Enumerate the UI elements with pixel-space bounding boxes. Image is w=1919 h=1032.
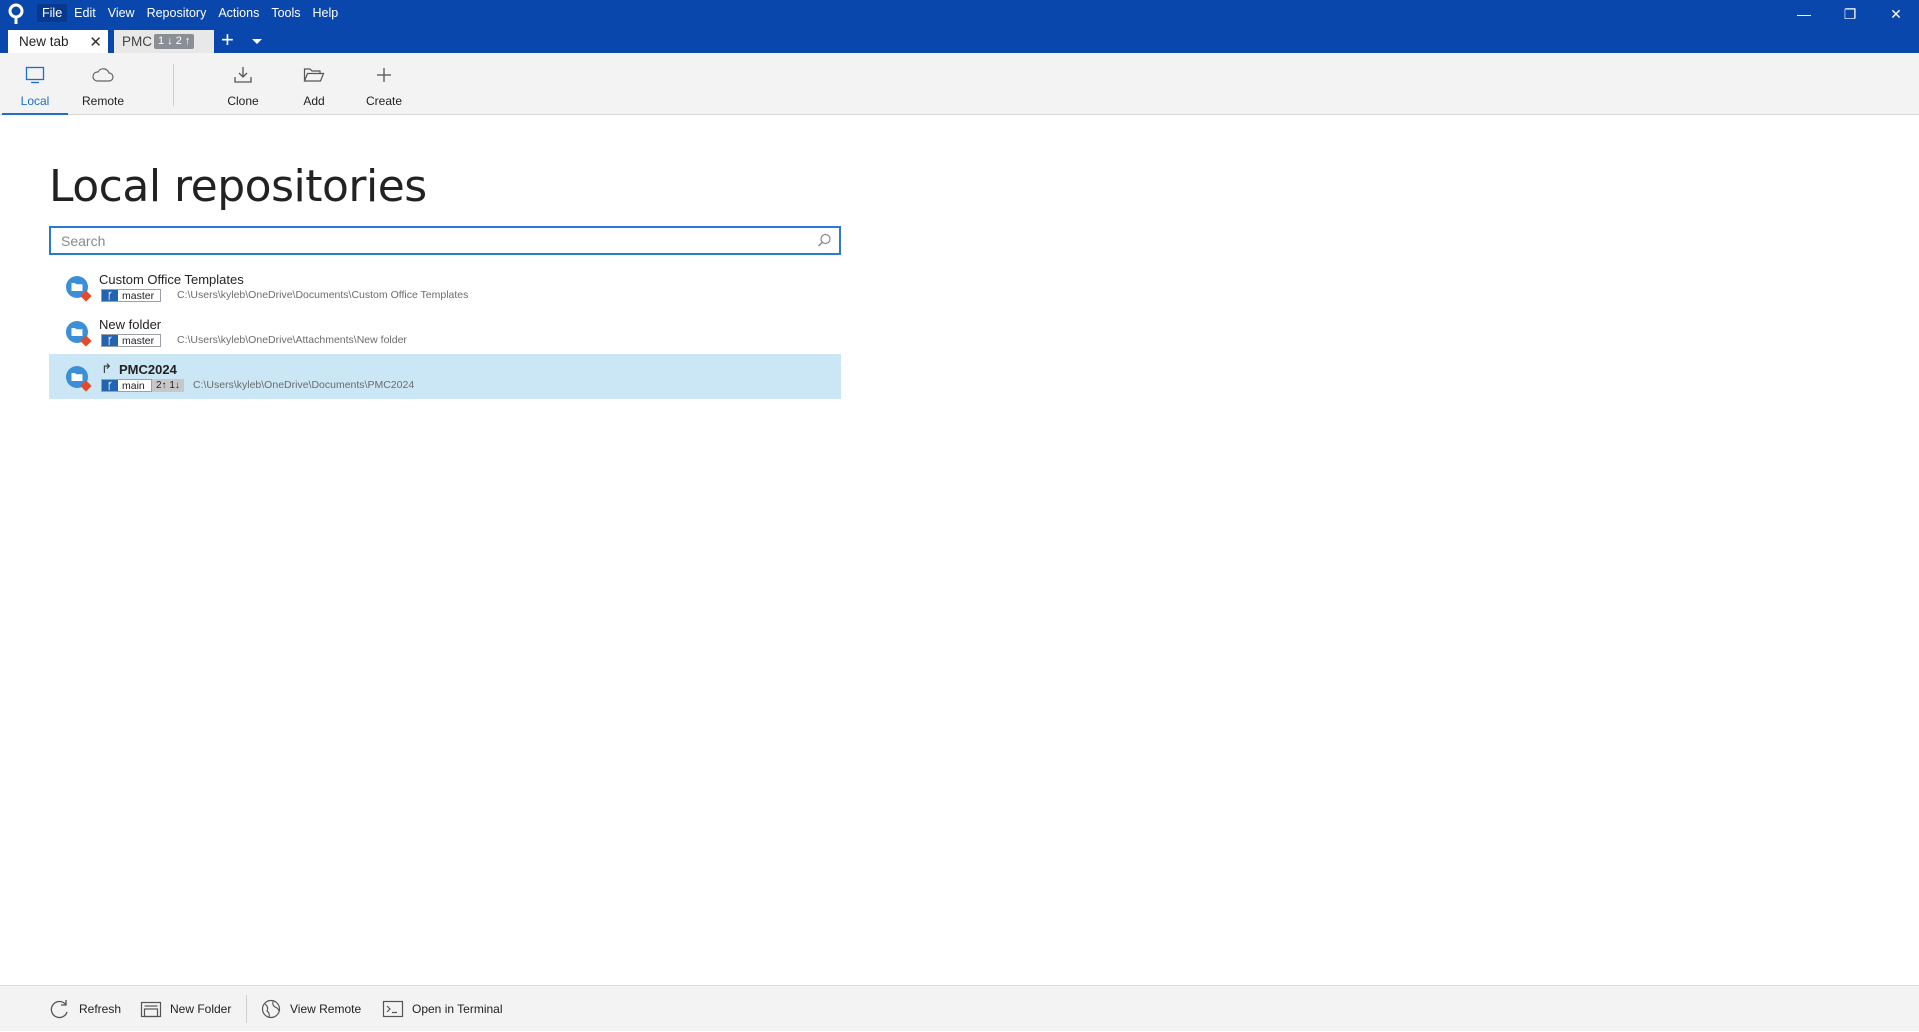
close-window-button[interactable]: ✕	[1873, 0, 1919, 28]
close-icon: ✕	[1890, 5, 1902, 22]
new-folder-label: New Folder	[170, 1002, 232, 1016]
folder-open-icon	[303, 65, 325, 85]
tab-row: New tab ✕ PMC 1 ↓ 2 ↑ +	[0, 28, 1919, 53]
local-button[interactable]: Local	[2, 53, 68, 115]
refresh-label: Refresh	[79, 1002, 122, 1016]
cloud-icon	[92, 65, 114, 85]
menu-file[interactable]: File	[37, 4, 68, 22]
repo-name: PMC2024	[119, 362, 177, 377]
search-input[interactable]	[61, 231, 801, 251]
tab-label: PMC	[122, 34, 152, 49]
repo-name: New folder	[99, 317, 162, 332]
clone-label: Clone	[227, 94, 259, 108]
tab-dropdown-icon[interactable]	[252, 39, 262, 44]
open-terminal-button[interactable]: Open in Terminal	[382, 986, 503, 1032]
globe-icon	[260, 999, 282, 1019]
repository-icon	[66, 321, 92, 347]
repository-list: Custom Office Templates ᚴ master C:\User…	[49, 264, 841, 399]
search-icon[interactable]	[817, 233, 832, 248]
add-label: Add	[303, 94, 325, 108]
plus-icon	[376, 65, 392, 85]
tab-close-icon[interactable]: ✕	[89, 33, 102, 51]
window-controls: — ❐ ✕	[1781, 0, 1919, 28]
menu-bar: File Edit View Repository Actions Tools …	[37, 4, 345, 22]
open-terminal-label: Open in Terminal	[412, 1002, 503, 1016]
new-folder-button[interactable]: New Folder	[140, 986, 231, 1032]
restore-icon: ❐	[1843, 5, 1857, 22]
add-button[interactable]: Add	[288, 53, 340, 115]
new-folder-icon	[140, 1000, 162, 1018]
create-label: Create	[365, 94, 403, 108]
tab-label: New tab	[19, 34, 69, 49]
repo-item-pmc2024[interactable]: ↱ PMC2024 ᚴ main 2↑ 1↓ C:\Users\kyleb\On…	[49, 354, 841, 399]
add-tab-icon[interactable]: +	[221, 29, 234, 51]
ribbon-divider	[173, 64, 174, 106]
menu-view[interactable]: View	[103, 4, 140, 22]
ribbon-toolbar: Local Remote Clone Add Create	[0, 53, 1919, 115]
branch-tag: ᚴ master	[101, 334, 162, 347]
remote-label: Remote	[81, 94, 125, 108]
branch-tag: ᚴ main	[101, 379, 152, 392]
page-title: Local repositories	[49, 161, 427, 212]
sync-status-badge: 2↑ 1↓	[152, 379, 184, 392]
branch-name: master	[122, 335, 155, 347]
menu-actions[interactable]: Actions	[213, 4, 264, 22]
title-bar: File Edit View Repository Actions Tools …	[0, 0, 1919, 53]
app-logo-icon	[8, 3, 24, 24]
bottom-toolbar: Refresh New Folder View Remote Open in T…	[0, 985, 1919, 1031]
repo-item-custom-office-templates[interactable]: Custom Office Templates ᚴ master C:\User…	[49, 264, 841, 309]
tab-pmc[interactable]: PMC 1 ↓ 2 ↑	[114, 30, 214, 53]
branch-tag: ᚴ master	[101, 289, 162, 302]
clone-button[interactable]: Clone	[215, 53, 271, 115]
repo-path: C:\Users\kyleb\OneDrive\Documents\Custom…	[177, 289, 469, 301]
menu-tools[interactable]: Tools	[266, 4, 305, 22]
remote-button[interactable]: Remote	[72, 53, 134, 115]
tab-new-tab[interactable]: New tab ✕	[8, 30, 108, 53]
bottom-divider	[246, 995, 247, 1023]
local-label: Local	[20, 94, 50, 108]
view-remote-label: View Remote	[290, 1002, 362, 1016]
branch-name: main	[122, 380, 145, 392]
download-icon	[233, 65, 253, 85]
menu-help[interactable]: Help	[308, 4, 344, 22]
branch-name: master	[122, 290, 155, 302]
branch-icon: ᚴ	[102, 290, 118, 301]
repository-icon	[66, 366, 92, 392]
create-button[interactable]: Create	[358, 53, 410, 115]
monitor-icon	[25, 65, 45, 85]
terminal-icon	[382, 1000, 404, 1018]
menu-repository[interactable]: Repository	[142, 4, 212, 22]
minimize-button[interactable]: —	[1781, 0, 1827, 28]
branch-icon: ᚴ	[102, 335, 118, 346]
view-remote-button[interactable]: View Remote	[260, 986, 361, 1032]
tab-sync-badge: 1 ↓ 2 ↑	[154, 34, 195, 49]
minimize-icon: —	[1797, 6, 1811, 22]
branch-icon: ᚴ	[102, 380, 118, 391]
refresh-icon	[49, 999, 71, 1019]
repo-path: C:\Users\kyleb\OneDrive\Attachments\New …	[177, 334, 407, 346]
repo-name: Custom Office Templates	[99, 272, 244, 287]
refresh-button[interactable]: Refresh	[49, 986, 121, 1032]
search-box	[49, 226, 841, 255]
restore-button[interactable]: ❐	[1827, 0, 1873, 28]
menu-edit[interactable]: Edit	[69, 4, 101, 22]
repo-path: C:\Users\kyleb\OneDrive\Documents\PMC202…	[193, 379, 415, 391]
repository-icon	[66, 276, 92, 302]
repo-item-new-folder[interactable]: New folder ᚴ master C:\Users\kyleb\OneDr…	[49, 309, 841, 354]
fork-icon: ↱	[101, 361, 112, 376]
menu-row: File Edit View Repository Actions Tools …	[0, 0, 1919, 28]
